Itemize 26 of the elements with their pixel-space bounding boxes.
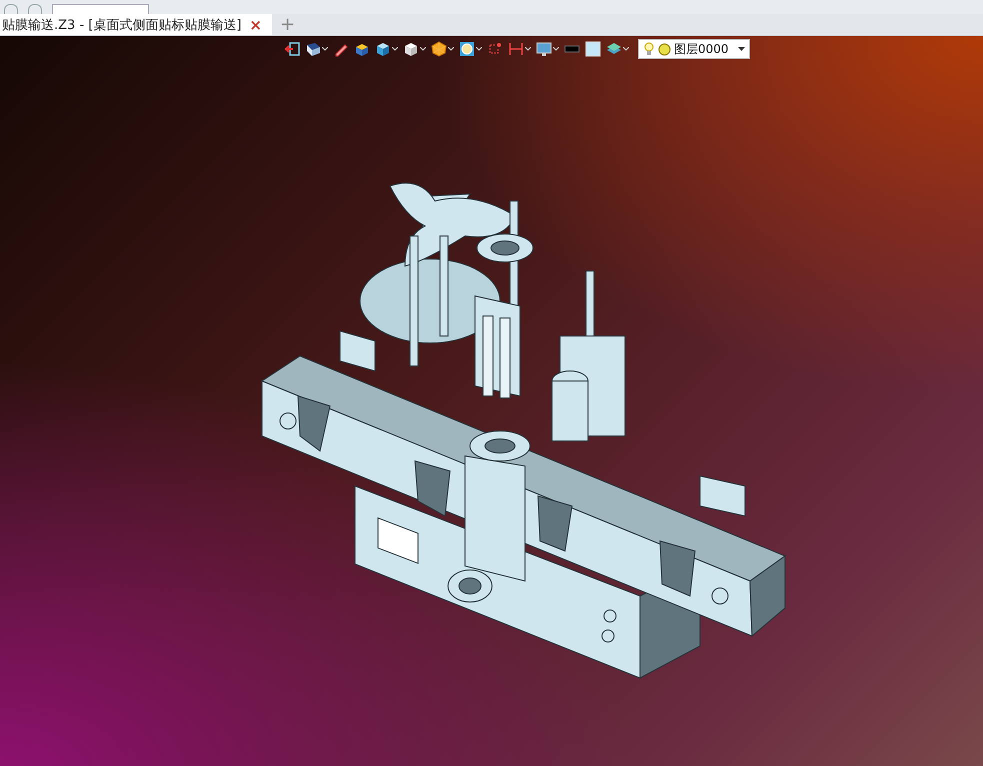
caret-icon[interactable] <box>448 47 454 51</box>
caret-icon[interactable] <box>553 47 559 51</box>
box-icon[interactable] <box>354 41 370 57</box>
layers-icon[interactable] <box>606 41 622 57</box>
shaded-box-icon[interactable] <box>375 41 391 57</box>
caret-icon[interactable] <box>476 47 482 51</box>
document-tab[interactable]: 贴膜输送.Z3 - [桌面式侧面贴标贴膜输送] × <box>0 14 272 35</box>
zoom-icon[interactable] <box>459 41 475 57</box>
caret-icon[interactable] <box>525 47 531 51</box>
view-cube-icon[interactable] <box>305 41 321 57</box>
close-tab-button[interactable]: × <box>249 16 262 34</box>
plain-cube-icon[interactable] <box>403 41 419 57</box>
circle-icon <box>658 42 671 56</box>
square-swatch-icon[interactable] <box>585 41 601 57</box>
monitor-icon[interactable] <box>536 41 552 57</box>
exit-icon[interactable] <box>284 41 300 57</box>
caret-icon[interactable] <box>623 47 629 51</box>
caret-icon[interactable] <box>322 47 328 51</box>
caret-icon[interactable] <box>420 47 426 51</box>
polyhedron-icon[interactable] <box>431 41 447 57</box>
selection-field[interactable] <box>52 4 149 14</box>
caret-icon[interactable] <box>738 47 745 51</box>
caret-icon[interactable] <box>392 47 398 51</box>
dimension-icon[interactable] <box>508 41 524 57</box>
layer-dropdown[interactable]: 图层0000 <box>638 39 750 59</box>
bulb-icon <box>643 42 655 56</box>
